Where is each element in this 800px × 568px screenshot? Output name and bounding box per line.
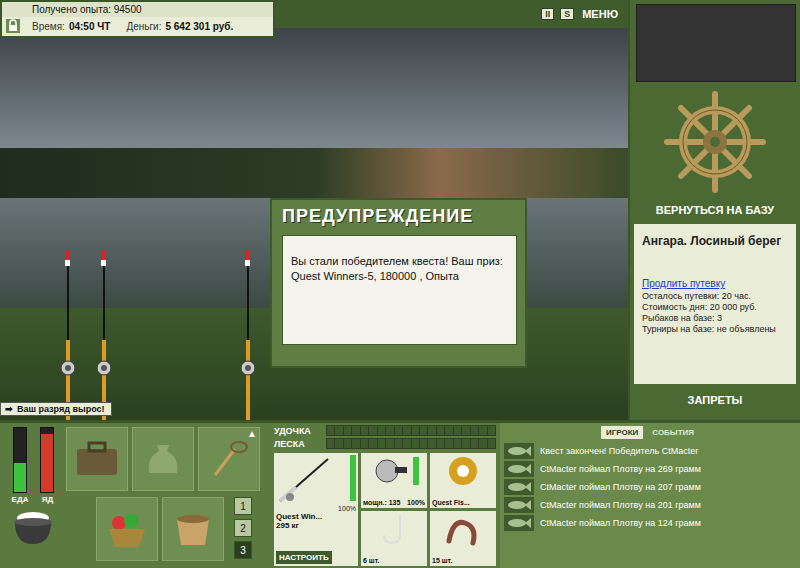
page-button[interactable]: 2	[234, 519, 252, 537]
extend-link[interactable]: Продлить путевку	[642, 278, 788, 289]
base-detail: Стоимость дня: 20 000 руб.	[642, 302, 788, 313]
chat-panel: ИГРОКИ СОБЫТИЯ Квест закончен! Победитель …	[500, 423, 800, 568]
fishing-rod-icon[interactable]	[236, 250, 260, 420]
fish-icon	[504, 515, 534, 531]
base-detail: Турниры на базе: не объявлены	[642, 324, 788, 335]
ad-box	[636, 4, 796, 82]
experience-text: Получено опыта: 94500	[2, 2, 273, 17]
menu-button[interactable]: МЕНЮ	[580, 8, 620, 20]
fishing-rod-icon[interactable]	[92, 250, 116, 420]
line-slot[interactable]: Quest Fis...	[430, 453, 496, 508]
reel-icon	[369, 455, 409, 487]
inventory-slot[interactable]	[96, 497, 158, 561]
time-value: 04:50 ЧТ	[69, 21, 111, 32]
game-screen: II S МЕНЮ Получено опыта: 94500Время:04:50 …	[0, 0, 800, 568]
inventory-slot[interactable]	[66, 427, 128, 491]
inventory-slot[interactable]	[132, 427, 194, 491]
chat-message: CtMacter поймал Плотву на 269 грамм	[504, 461, 796, 477]
line-strength-bar: ЛЕСКА	[274, 438, 496, 449]
worm-icon	[443, 513, 483, 547]
return-base-button[interactable]: ВЕРНУТЬСЯ НА БАЗУ	[630, 202, 800, 224]
money-value: 5 642 301 руб.	[165, 21, 233, 32]
hook-slot[interactable]: 6 шт.	[361, 511, 427, 566]
meter: ЯД	[40, 427, 54, 504]
page-button[interactable]: 3	[234, 541, 252, 559]
fish-icon	[504, 497, 534, 513]
chat-message: CtMacter поймал Плотву на 124 грамм	[504, 515, 796, 531]
base-panel: ВЕРНУТЬСЯ НА БАЗУ Ангара. Лосиный берег Пр…	[628, 0, 800, 420]
base-detail: Рыбаков на базе: 3	[642, 313, 788, 324]
reel-slot[interactable]: мощн.: 135100%	[361, 453, 427, 508]
rod-icon	[276, 455, 332, 505]
lock-icon[interactable]	[6, 19, 20, 33]
fish-icon	[504, 461, 534, 477]
scroll-up-button[interactable]: ▲	[247, 428, 257, 439]
page-button[interactable]: 1	[234, 497, 252, 515]
tackle-panel: УДОЧКА ЛЕСКА 100%Quest Win...295 кгНАСТРОИ…	[270, 423, 500, 568]
sack-icon	[143, 439, 183, 479]
bucket-icon	[173, 511, 213, 547]
base-info: Ангара. Лосиный берег Продлить путевку Ост…	[634, 224, 796, 384]
landing-net-icon	[209, 439, 249, 479]
food-basket-icon	[105, 509, 149, 549]
meter: ЕДА	[12, 427, 29, 504]
chat-tab[interactable]: ИГРОКИ	[601, 426, 643, 439]
bait-slot[interactable]: 15 шт.	[430, 511, 496, 566]
warning-dialog: ПРЕДУПРЕЖДЕНИЕ Вы стали победителем квест…	[270, 198, 527, 368]
line-spool-icon	[445, 455, 481, 487]
hook-icon	[378, 513, 410, 547]
fishing-scene: II S МЕНЮ Получено опыта: 94500Время:04:50 …	[0, 0, 628, 420]
header-button[interactable]: S	[560, 8, 574, 20]
tune-button[interactable]: НАСТРОИТЬ	[276, 551, 332, 564]
rod-strength-bar: УДОЧКА	[274, 425, 496, 436]
inventory-panel: ЕДА ЯД ▲ 1 2 3	[0, 423, 270, 568]
inventory-slot[interactable]: ▲	[198, 427, 260, 491]
base-detail: Осталось путевки: 20 час.	[642, 291, 788, 302]
chat-message: Квест закончен! Победитель CtMacter	[504, 443, 796, 459]
inventory-slot[interactable]	[162, 497, 224, 561]
bans-button[interactable]: ЗАПРЕТЫ	[630, 384, 800, 416]
rank-badge: ➡Ваш разряд вырос!	[0, 402, 112, 416]
header-button[interactable]: II	[541, 8, 554, 20]
cauldron-icon[interactable]	[9, 508, 57, 548]
ship-wheel-icon[interactable]	[663, 90, 767, 194]
tackle-box-icon	[75, 441, 119, 477]
status-box: Получено опыта: 94500Время:04:50 ЧТДеньг…	[0, 0, 275, 38]
rod-slot[interactable]: 100%Quest Win...295 кгНАСТРОИТЬ	[274, 453, 358, 566]
chat-message: CtMacter поймал Плотву на 201 грамм	[504, 497, 796, 513]
location-title: Ангара. Лосиный берег	[642, 234, 788, 248]
chat-tab[interactable]: СОБЫТИЯ	[647, 426, 699, 439]
fishing-rod-icon[interactable]	[56, 250, 80, 420]
fish-icon	[504, 479, 534, 495]
fish-icon	[504, 443, 534, 459]
dialog-title: ПРЕДУПРЕЖДЕНИЕ	[282, 206, 517, 227]
dialog-message: Вы стали победителем квеста! Ваш приз: Q…	[282, 235, 517, 345]
chat-message: CtMacter поймал Плотву на 207 грамм	[504, 479, 796, 495]
